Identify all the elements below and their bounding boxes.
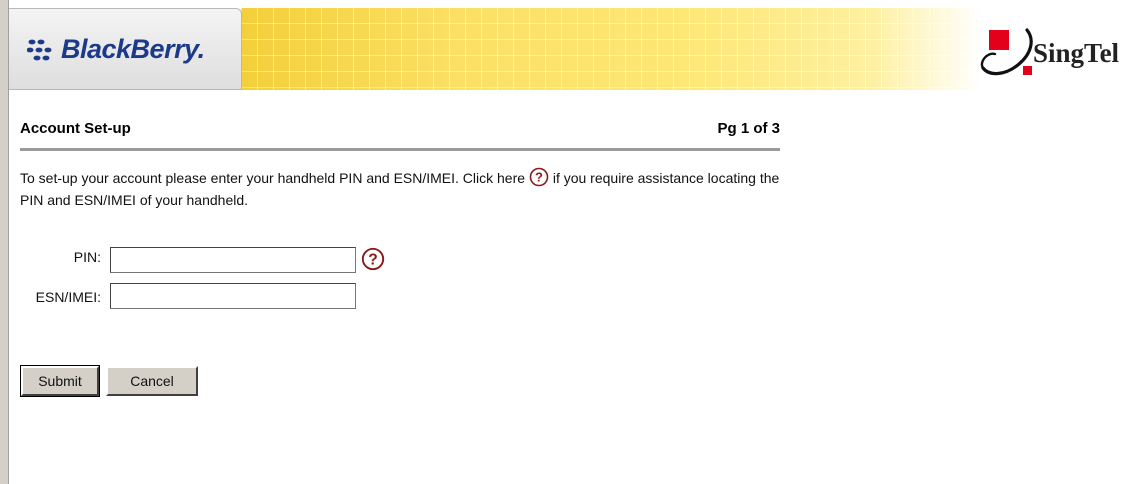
question-circle-icon[interactable]: ?	[361, 247, 385, 271]
esn-imei-input[interactable]	[110, 283, 356, 309]
pin-label: PIN:	[73, 249, 101, 265]
banner: BlackBerry. SingTel	[9, 8, 1130, 90]
instructions-text-start: To set-up your account please enter your…	[20, 170, 526, 186]
cancel-button[interactable]: Cancel	[106, 366, 198, 396]
page-title: Account Set-up	[20, 120, 131, 137]
blackberry-logo: BlackBerry.	[27, 34, 205, 65]
svg-text:?: ?	[368, 251, 378, 268]
instructions: To set-up your account please enter your…	[20, 167, 780, 211]
page-header: Account Set-up Pg 1 of 3	[20, 118, 780, 151]
blackberry-tab: BlackBerry.	[9, 8, 242, 90]
submit-button[interactable]: Submit	[20, 365, 100, 397]
esn-imei-label: ESN/IMEI:	[35, 289, 101, 305]
blackberry-wordmark: BlackBerry.	[61, 34, 205, 64]
page-indicator: Pg 1 of 3	[717, 120, 780, 137]
banner-background	[241, 8, 981, 90]
singtel-wordmark: SingTel	[1033, 38, 1120, 68]
svg-text:?: ?	[535, 170, 543, 185]
blackberry-dots-icon	[27, 39, 52, 60]
question-circle-icon[interactable]: ?	[529, 167, 549, 187]
pin-input[interactable]	[110, 247, 356, 273]
content-frame: BlackBerry. SingTel Account Set-up Pg 1 …	[8, 0, 1130, 484]
